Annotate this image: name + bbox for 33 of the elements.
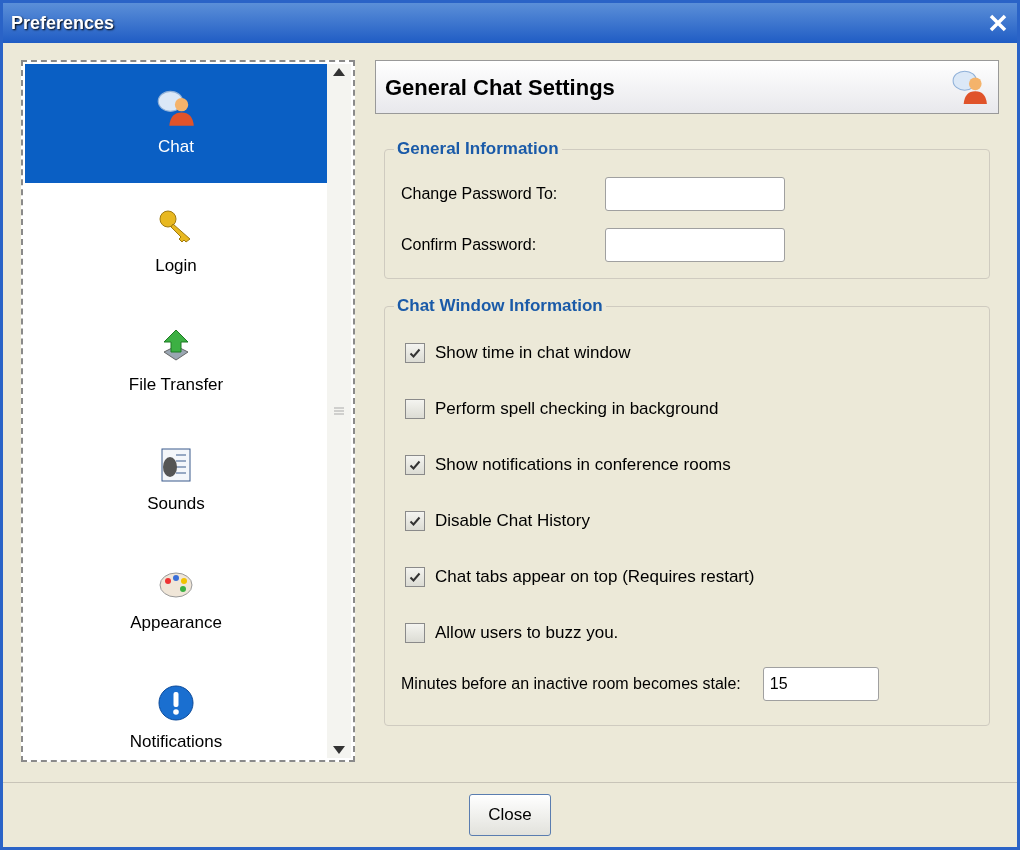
checkbox[interactable]	[405, 622, 425, 643]
field-label: Minutes before an inactive room becomes stale:	[401, 674, 741, 694]
checkmark-icon	[409, 458, 421, 471]
checkbox[interactable]	[405, 454, 425, 475]
close-button[interactable]: Close	[469, 794, 551, 836]
scrollbar[interactable]	[327, 64, 351, 758]
checkbox[interactable]	[405, 398, 425, 419]
option-label: Perform spell checking in background	[435, 397, 719, 420]
checkbox[interactable]	[405, 566, 425, 587]
sidebar-item[interactable]: Chat	[25, 64, 327, 183]
window-title: Preferences	[11, 11, 115, 35]
header-title: General Chat Settings	[385, 73, 615, 102]
up-arrow-icon[interactable]	[333, 68, 345, 76]
chat-person-icon	[951, 68, 989, 106]
checkbox[interactable]	[405, 342, 425, 363]
checkmark-icon	[409, 346, 421, 359]
minutes-field[interactable]: 15	[762, 667, 879, 701]
option-label: Disable Chat History	[435, 509, 590, 532]
option-label: Allow users to buzz you.	[435, 621, 619, 644]
down-arrow-icon[interactable]	[333, 746, 345, 754]
option-label: Show time in chat window	[435, 341, 631, 364]
option-label: Chat tabs appear on top (Requires restart)	[435, 565, 755, 588]
option-label: Show notifications in conference rooms	[435, 453, 731, 476]
field-label: Confirm Password:	[401, 234, 538, 255]
checkbox[interactable]	[405, 510, 425, 531]
exclamation-icon	[156, 682, 196, 723]
grip-icon[interactable]	[334, 407, 344, 415]
password-field[interactable]	[605, 227, 785, 262]
close-icon[interactable]	[987, 12, 1009, 34]
checkmark-icon	[409, 514, 421, 527]
checkmark-icon	[409, 570, 421, 583]
field-label: Change Password To:	[401, 183, 559, 204]
password-field[interactable]	[605, 176, 785, 211]
